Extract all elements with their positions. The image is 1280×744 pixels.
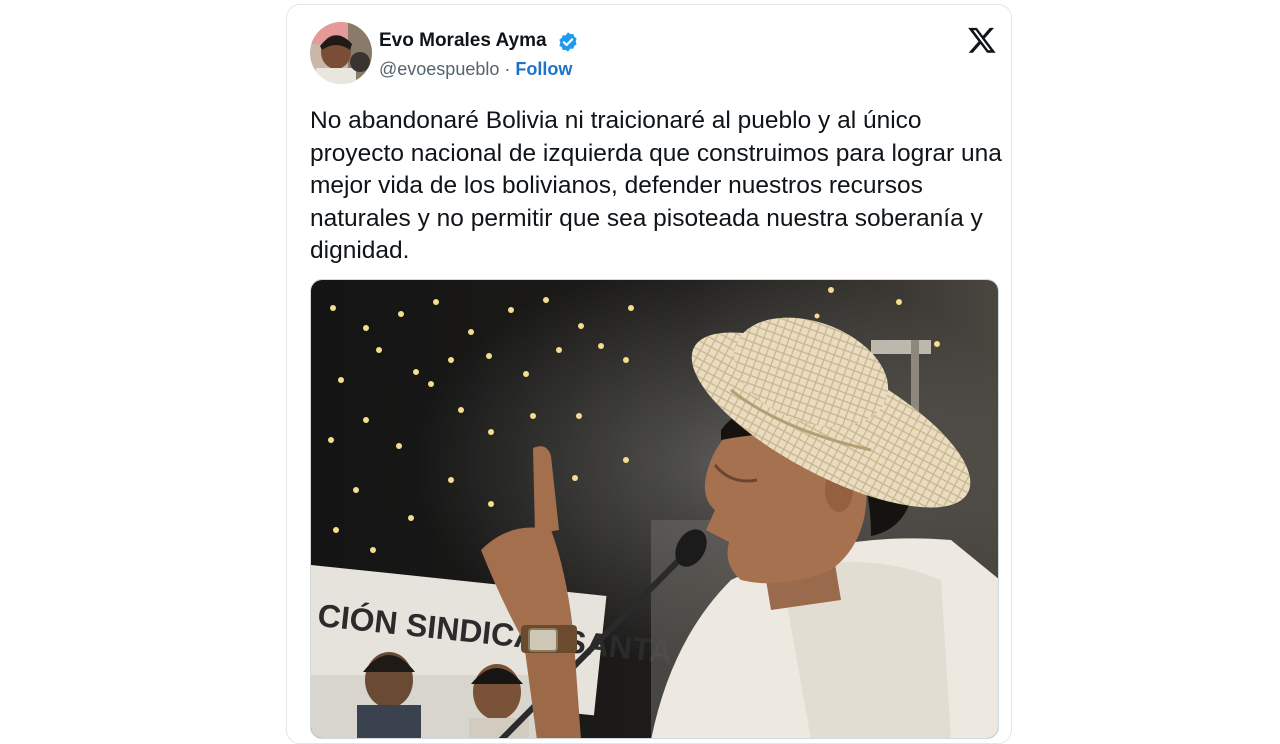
handle-row: @evoespueblo · Follow: [379, 59, 572, 80]
tweet-card: Evo Morales Ayma @evoespueblo · Follow N…: [286, 4, 1012, 744]
user-handle[interactable]: @evoespueblo: [379, 59, 499, 79]
separator-dot: ·: [504, 59, 511, 79]
verified-badge-icon: [559, 32, 577, 52]
tweet-photo[interactable]: CIÓN SINDICAL SANTA: [310, 279, 999, 739]
follow-button[interactable]: Follow: [515, 59, 572, 79]
photo-illustration: CIÓN SINDICAL SANTA: [311, 280, 998, 738]
display-name[interactable]: Evo Morales Ayma: [379, 30, 547, 52]
avatar[interactable]: [310, 22, 372, 84]
x-logo-icon[interactable]: [967, 25, 997, 55]
tweet-text: No abandonaré Bolivia ni traicionaré al …: [310, 107, 1002, 264]
